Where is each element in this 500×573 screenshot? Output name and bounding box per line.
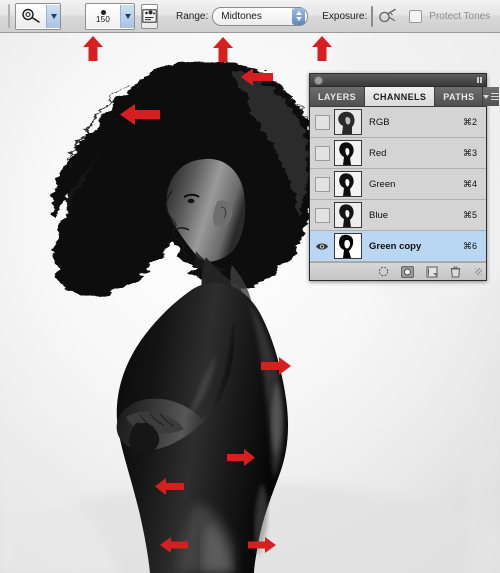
arrow-left-hip xyxy=(155,478,184,495)
create-new-channel-icon[interactable] xyxy=(425,265,438,278)
arrow-up-exposure xyxy=(312,36,332,61)
brush-preset-picker[interactable]: 150 xyxy=(85,2,135,30)
resize-grip-icon[interactable] xyxy=(475,268,482,275)
airbrush-icon[interactable] xyxy=(379,4,397,28)
channel-shortcut: ⌘6 xyxy=(462,240,477,251)
arrow-left-hair-upper xyxy=(120,104,160,125)
load-channel-as-selection-icon[interactable] xyxy=(377,265,390,278)
range-label: Range: xyxy=(176,10,209,22)
save-selection-as-channel-icon[interactable] xyxy=(401,265,414,278)
protect-tones-toggle[interactable]: Protect Tones xyxy=(409,9,494,23)
arrow-right-back-lower xyxy=(227,449,255,466)
panel-tab-bar: LAYERS CHANNELS PATHS xyxy=(310,87,500,107)
arrow-up-range xyxy=(213,37,233,62)
channel-thumbnail xyxy=(334,109,362,135)
visibility-toggle[interactable] xyxy=(310,231,334,261)
brush-size-label: 150 xyxy=(96,14,110,24)
screenshot-root: 150 Range: Midtones Exposure: 72% xyxy=(0,0,500,573)
chevron-down-icon[interactable] xyxy=(46,4,60,28)
delete-channel-icon[interactable] xyxy=(449,265,462,278)
tab-paths[interactable]: PATHS xyxy=(435,87,484,106)
channel-shortcut: ⌘2 xyxy=(462,116,477,127)
eye-visible-icon[interactable] xyxy=(315,241,329,252)
visibility-toggle[interactable] xyxy=(310,107,334,137)
visibility-toggle[interactable] xyxy=(310,200,334,230)
channel-name: Green xyxy=(369,178,396,190)
tab-channels[interactable]: CHANNELS xyxy=(365,87,436,106)
arrow-up-brush-size xyxy=(83,36,103,61)
channel-thumbnail xyxy=(334,140,362,166)
up-down-stepper-icon[interactable] xyxy=(292,7,306,25)
channel-thumbnail xyxy=(334,202,362,228)
options-bar-gripper[interactable] xyxy=(8,4,10,28)
channel-row-rgb[interactable]: RGB ⌘2 xyxy=(310,107,486,138)
channel-name: Green copy xyxy=(369,240,422,252)
range-value: Midtones xyxy=(221,10,262,22)
exposure-label: Exposure: xyxy=(322,10,368,22)
panel-footer xyxy=(310,262,486,280)
channel-row-red[interactable]: Red ⌘3 xyxy=(310,138,486,169)
panel-menu-icon[interactable] xyxy=(483,87,500,106)
channel-row-green-copy[interactable]: Green copy ⌘6 xyxy=(310,231,486,262)
visibility-toggle[interactable] xyxy=(310,169,334,199)
protect-tones-label: Protect Tones xyxy=(429,10,491,22)
brush-panel-icon[interactable] xyxy=(141,3,158,29)
eye-empty-icon[interactable] xyxy=(314,176,330,192)
arrow-left-thigh xyxy=(160,537,188,553)
options-bar: 150 Range: Midtones Exposure: 72% xyxy=(0,0,500,33)
channel-list: RGB ⌘2 Red ⌘3 Green ⌘4 Blue ⌘5 Green cop… xyxy=(310,107,486,262)
eye-empty-icon[interactable] xyxy=(314,145,330,161)
eye-empty-icon[interactable] xyxy=(314,114,330,130)
arrow-right-thigh xyxy=(248,537,276,553)
tab-layers[interactable]: LAYERS xyxy=(310,87,366,106)
panel-titlebar[interactable] xyxy=(310,74,486,87)
exposure-value: 72% xyxy=(372,11,373,22)
channel-row-blue[interactable]: Blue ⌘5 xyxy=(310,200,486,231)
arrow-left-hair-top xyxy=(241,68,273,86)
visibility-toggle[interactable] xyxy=(310,138,334,168)
channel-shortcut: ⌘4 xyxy=(462,178,477,189)
channel-name: Blue xyxy=(369,209,389,221)
channel-name: Red xyxy=(369,147,387,159)
collapse-to-icons-icon[interactable] xyxy=(477,77,482,83)
chevron-down-icon[interactable] xyxy=(120,4,134,28)
panel-dot-icon[interactable] xyxy=(314,75,323,85)
current-tool-picker[interactable] xyxy=(15,2,61,30)
channel-thumbnail xyxy=(334,233,362,259)
arrow-right-back-upper xyxy=(261,357,291,375)
channel-thumbnail xyxy=(334,171,362,197)
brush-tip-icon[interactable]: 150 xyxy=(86,4,120,28)
channel-shortcut: ⌘5 xyxy=(462,209,477,220)
channels-panel[interactable]: LAYERS CHANNELS PATHS RGB ⌘2 Red ⌘3 Gree… xyxy=(309,73,500,281)
range-select[interactable]: Midtones xyxy=(212,6,309,26)
eye-empty-icon[interactable] xyxy=(314,207,330,223)
dodge-tool-icon[interactable] xyxy=(16,4,46,28)
channel-row-green[interactable]: Green ⌘4 xyxy=(310,169,486,200)
channel-name: RGB xyxy=(369,116,390,128)
checkbox-unchecked-icon[interactable] xyxy=(409,9,423,23)
exposure-input[interactable]: 72% xyxy=(371,5,374,27)
channel-shortcut: ⌘3 xyxy=(462,147,477,158)
